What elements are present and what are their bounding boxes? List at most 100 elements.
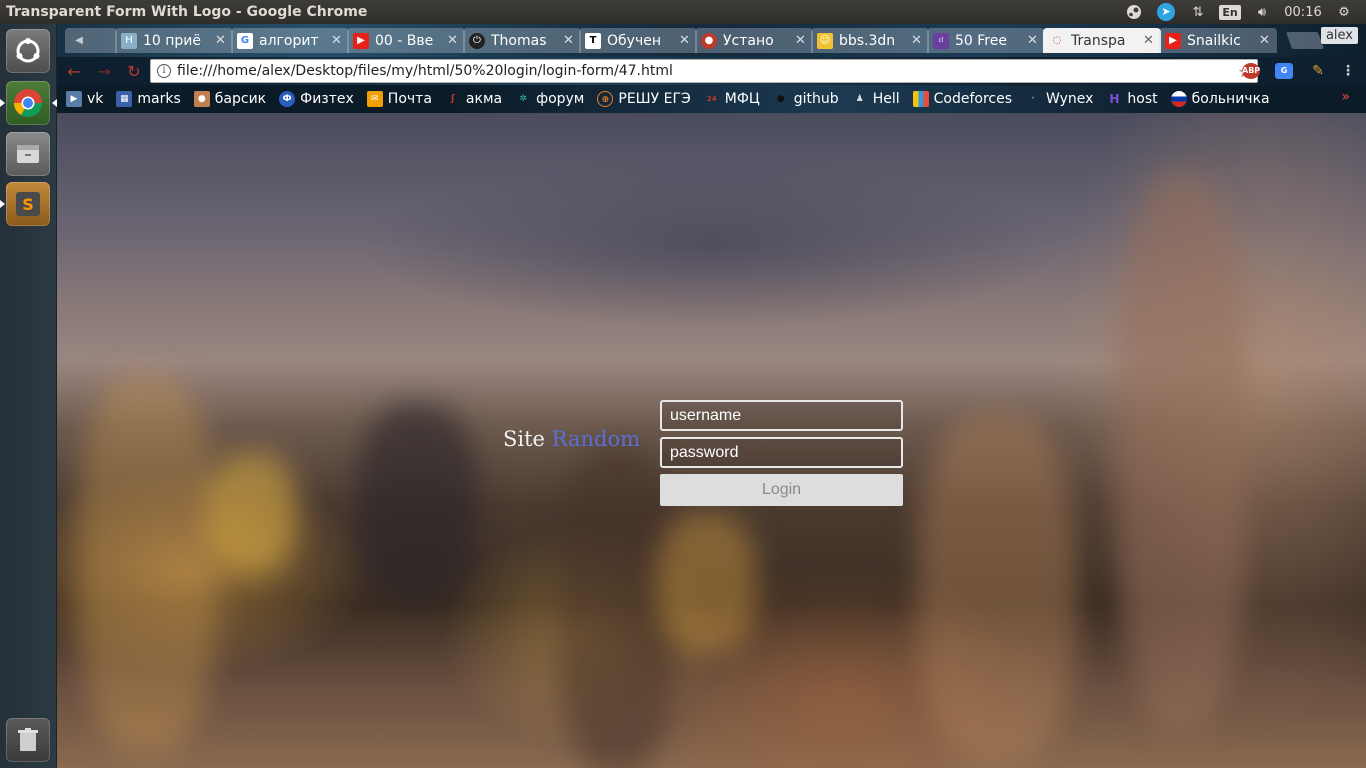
profile-button[interactable]: alex (1320, 27, 1358, 44)
chrome-launcher-icon[interactable] (0, 81, 57, 125)
background-building (917, 413, 1077, 763)
tab-10-active[interactable]: ◌ Transpa ✕ (1043, 28, 1161, 53)
login-form: Site Random username password Login (503, 400, 923, 510)
close-icon[interactable]: ✕ (331, 33, 343, 48)
tab-2[interactable]: H 10 приё ✕ (115, 28, 233, 53)
tab-3[interactable]: G алгорит ✕ (231, 28, 349, 53)
close-icon[interactable]: ✕ (447, 33, 459, 48)
address-bar[interactable]: i file:///home/alex/Desktop/files/my/htm… (150, 59, 1258, 83)
network-icon[interactable]: ⇅ (1182, 0, 1214, 24)
logo-accent: Random (551, 427, 641, 451)
menu-icon[interactable]: ⋮ (1339, 63, 1357, 79)
tab-7[interactable]: ● Устано ✕ (695, 28, 813, 53)
background-building (357, 403, 477, 603)
close-icon[interactable]: ✕ (215, 33, 227, 48)
google-translate-icon[interactable]: G (1275, 63, 1293, 79)
bookmark-reshu-ege[interactable]: ⊕ РЕШУ ЕГЭ (597, 91, 691, 107)
close-icon[interactable]: ✕ (795, 33, 807, 48)
background-building (77, 373, 217, 753)
close-icon[interactable]: ✕ (679, 33, 691, 48)
bookmark-github[interactable]: ● github (773, 91, 839, 107)
reload-button[interactable]: ↻ (121, 59, 147, 83)
svg-text:S: S (22, 195, 34, 214)
tab-1[interactable]: ◀ (65, 28, 117, 53)
cat-icon: ● (193, 91, 210, 107)
running-indicator (0, 99, 5, 107)
bookmarks-overflow-button[interactable]: » (1341, 89, 1350, 105)
forward-button[interactable]: → (91, 59, 117, 83)
sublime-text-launcher-icon[interactable]: S (0, 182, 50, 226)
browser-toolbar: ← → ↻ i file:///home/alex/Desktop/files/… (57, 57, 1366, 85)
fiztech-icon: Ф (279, 91, 296, 107)
tab-6[interactable]: T Обучен ✕ (579, 28, 697, 53)
bookmark-wynex[interactable]: · Wynex (1025, 91, 1093, 107)
bookmark-vk[interactable]: ▶ vk (66, 91, 103, 107)
login-button[interactable]: Login (660, 474, 903, 506)
bbs-icon: ☺ (817, 32, 833, 49)
unity-launcher: S (0, 24, 57, 768)
bookmark-barsik[interactable]: ● барсик (193, 91, 266, 107)
system-tray: ➤ ⇅ En 🔊︎ 00:16 ⚙ (1118, 0, 1366, 24)
bookmark-pochta[interactable]: ✉ Почта (366, 91, 432, 107)
password-input[interactable]: password (660, 437, 903, 468)
system-top-panel: Transparent Form With Logo - Google Chro… (0, 0, 1366, 24)
bookmark-codeforces[interactable]: Codeforces (912, 91, 1012, 107)
thomas-logo-icon: ⏻ (469, 32, 485, 49)
close-icon[interactable]: ✕ (1027, 33, 1039, 48)
new-tab-button[interactable] (1285, 32, 1325, 49)
github-icon: ● (776, 94, 785, 104)
person-icon: ♟ (855, 94, 864, 104)
akma-icon: ʃ (451, 94, 455, 104)
clock[interactable]: 00:16 (1278, 0, 1328, 24)
close-icon[interactable]: ✕ (911, 33, 923, 48)
bookmark-fiztech[interactable]: Ф Физтех (279, 91, 354, 107)
info-icon[interactable]: i (157, 64, 171, 78)
russia-flag-icon (1170, 91, 1187, 107)
speaker-icon: ◀ (75, 34, 83, 46)
codeforces-icon (912, 91, 929, 107)
close-icon[interactable]: ✕ (563, 33, 575, 48)
window-title: Transparent Form With Logo - Google Chro… (6, 4, 368, 20)
bookmark-forum[interactable]: ✲ форум (515, 91, 584, 107)
t-icon: T (585, 32, 601, 49)
volume-icon[interactable]: 🔊︎ (1246, 0, 1278, 24)
bookmark-bolnichka[interactable]: больничка (1170, 91, 1270, 107)
habr-icon: H (121, 32, 137, 49)
page-viewport: Site Random username password Login (57, 113, 1366, 768)
wynex-icon: · (1031, 94, 1035, 104)
keyboard-layout-indicator[interactable]: En (1214, 0, 1246, 24)
tab-4[interactable]: ▶ 00 - Вве ✕ (347, 28, 465, 53)
files-launcher-icon[interactable] (6, 132, 50, 176)
bookmark-mfc[interactable]: 24 МФЦ (704, 91, 760, 107)
host-icon: H (1109, 92, 1120, 106)
tab-9[interactable]: cl 50 Free ✕ (927, 28, 1045, 53)
telegram-icon[interactable]: ➤ (1150, 0, 1182, 24)
tab-8[interactable]: ☺ bbs.3dn ✕ (811, 28, 929, 53)
adblock-plus-icon[interactable]: ABP (1242, 63, 1260, 79)
close-icon[interactable]: ✕ (1259, 33, 1271, 48)
trash-icon[interactable] (6, 718, 50, 762)
mail-icon: ✉ (366, 91, 383, 107)
grid-icon: ▦ (116, 91, 133, 107)
bookmark-hell[interactable]: ♟ Hell (852, 91, 900, 107)
bookmarks-bar: ▶ vk ▦ marks ● барсик Ф Физтех ✉ Почта ʃ акма … (57, 85, 1366, 113)
google-icon: G (237, 32, 253, 49)
forum-icon: ✲ (519, 94, 527, 104)
bookmark-akma[interactable]: ʃ акма (445, 91, 502, 107)
username-input[interactable]: username (660, 400, 903, 431)
bookmark-host[interactable]: Hhost (1106, 91, 1157, 107)
color-picker-icon[interactable]: ✎ (1309, 63, 1327, 79)
background-building (207, 453, 297, 573)
bookmark-marks[interactable]: ▦ marks (116, 91, 181, 107)
mfc-icon: 24 (706, 95, 717, 103)
steam-icon[interactable] (1118, 0, 1150, 24)
tab-5[interactable]: ⏻ Thomas ✕ (463, 28, 581, 53)
site-logo: Site Random (503, 427, 640, 451)
back-button[interactable]: ← (61, 59, 87, 83)
url-text[interactable]: file:///home/alex/Desktop/files/my/html/… (177, 63, 1233, 79)
tab-11[interactable]: ▶ Snailkic ✕ (1159, 28, 1277, 53)
gear-icon[interactable]: ⚙ (1328, 0, 1360, 24)
ubuntu-dash-icon[interactable] (6, 29, 50, 73)
close-icon[interactable]: ✕ (1143, 33, 1155, 48)
youtube-icon: ▶ (1165, 32, 1181, 49)
